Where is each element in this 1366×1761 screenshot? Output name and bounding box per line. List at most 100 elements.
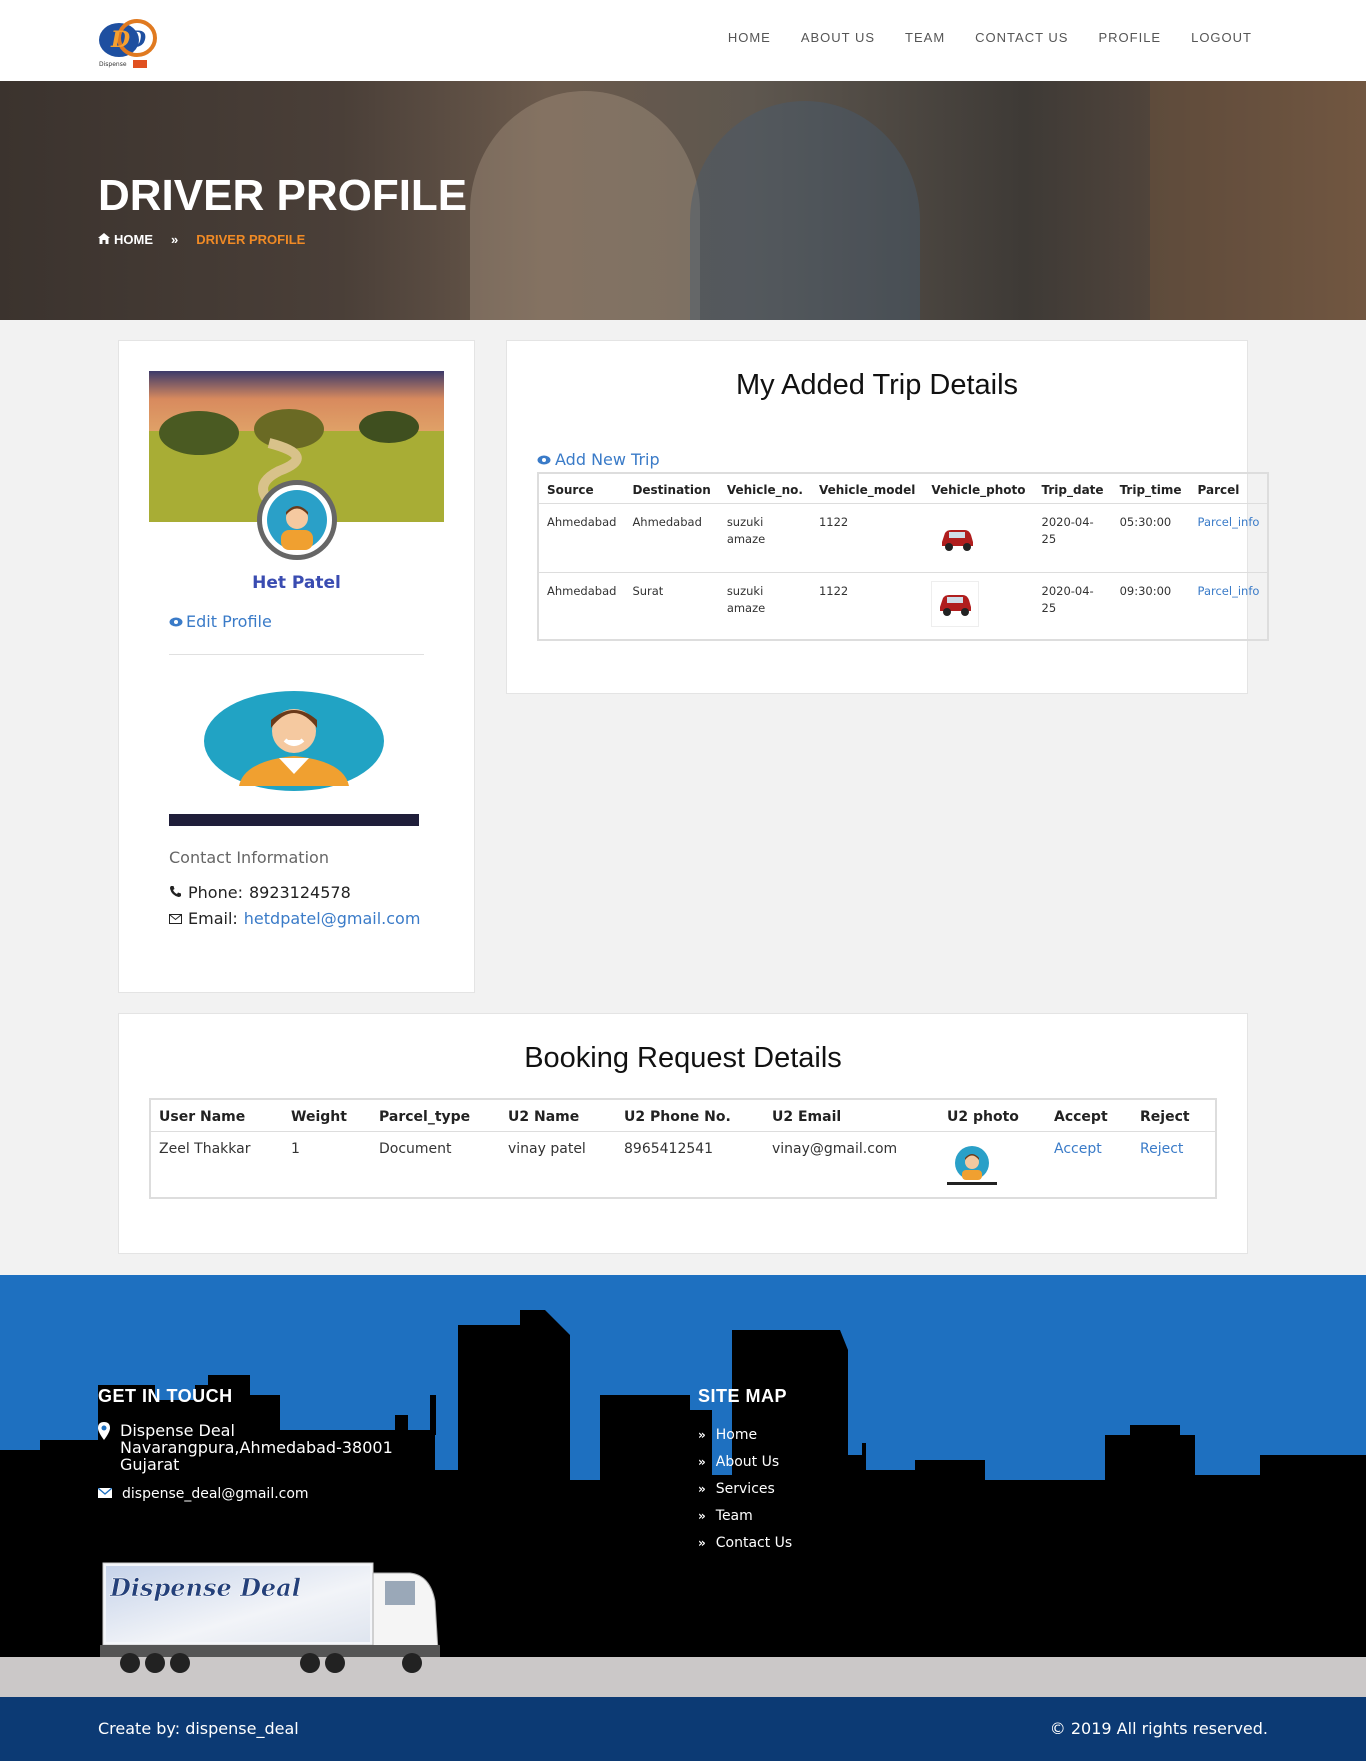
col-source: Source — [538, 473, 625, 504]
cell-vehicle-no: suzuki amaze — [718, 572, 811, 640]
site-map-heading: SITE MAP — [698, 1386, 788, 1406]
accept-button[interactable]: Accept — [1046, 1132, 1132, 1198]
col-u2-name: U2 Name — [500, 1099, 616, 1132]
cell-vehicle-photo — [923, 503, 1034, 573]
sitemap-label: Services — [715, 1480, 775, 1497]
add-new-trip-link[interactable]: Add New Trip — [537, 450, 660, 469]
col-accept: Accept — [1046, 1099, 1132, 1132]
table-header-row: User Name Weight Parcel_type U2 Name U2 … — [150, 1099, 1216, 1132]
logo[interactable]: D D Dispense — [97, 14, 161, 74]
breadcrumb-separator: » — [171, 232, 179, 247]
divider — [169, 654, 424, 655]
sitemap-item-services[interactable]: » Services — [698, 1475, 792, 1502]
mail-icon — [169, 909, 182, 928]
contact-info-title: Contact Information — [169, 848, 329, 867]
car-image — [933, 516, 982, 562]
cell-u2-email: vinay@gmail.com — [772, 1141, 898, 1157]
footer-address: Dispense Deal Navarangpura,Ahmedabad-380… — [98, 1422, 393, 1473]
site-map-links: » Home » About Us » Services » Team » Contact… — [698, 1421, 792, 1556]
footer-email-link[interactable]: dispense_deal@gmail.com — [122, 1486, 309, 1502]
sitemap-label: Home — [715, 1426, 758, 1443]
cell-u2-phone: 8965412541 — [624, 1141, 714, 1157]
sitemap-item-team[interactable]: » Team — [698, 1502, 792, 1529]
photo-caption-bar — [169, 814, 419, 826]
cell-trip-date: 2020-04-25 — [1033, 503, 1112, 573]
cell-parcel-type: Document — [379, 1141, 452, 1157]
col-u2-phone: U2 Phone No. — [616, 1099, 764, 1132]
breadcrumb-current: DRIVER PROFILE — [196, 232, 306, 247]
double-chevron-icon: » — [698, 1481, 706, 1496]
col-weight: Weight — [283, 1099, 371, 1132]
home-icon — [98, 232, 110, 247]
sitemap-item-about-us[interactable]: » About Us — [698, 1448, 792, 1475]
col-vehicle-model: Vehicle_model — [810, 473, 924, 504]
page-title: DRIVER PROFILE — [98, 171, 468, 220]
cell-vehicle-model: 1122 — [810, 572, 924, 640]
cell-vehicle-model: 1122 — [810, 503, 924, 573]
u2-avatar-bar — [947, 1182, 997, 1185]
cell-source: Ahmedabad — [538, 503, 625, 573]
table-row: Ahmedabad Ahmedabad suzuki amaze 1122 20… — [538, 503, 1269, 573]
hero-banner: DRIVER PROFILE HOME » DRIVER PROFILE — [0, 81, 1366, 320]
address-line-2: Navarangpura,Ahmedabad-38001 — [120, 1438, 393, 1457]
phone-value: 8923124578 — [248, 883, 351, 902]
sitemap-label: Contact Us — [715, 1534, 793, 1551]
address-line-1: Dispense Deal — [120, 1421, 235, 1440]
booking-request-panel: Booking Request Details User Name Weight… — [118, 1013, 1248, 1254]
edit-profile-link[interactable]: Edit Profile — [169, 612, 272, 631]
email-label: Email: — [188, 909, 238, 928]
col-parcel: Parcel — [1189, 473, 1269, 504]
cell-destination: Ahmedabad — [624, 503, 719, 573]
edit-profile-label: Edit Profile — [186, 612, 272, 631]
car-image — [931, 581, 980, 627]
map-marker-icon — [98, 1422, 110, 1473]
sitemap-label: Team — [715, 1507, 753, 1524]
eye-icon — [537, 450, 551, 469]
parcel-info-link[interactable]: Parcel_info — [1189, 572, 1269, 640]
add-new-trip-label: Add New Trip — [555, 450, 660, 469]
truck-image: Dispense Deal — [100, 1561, 445, 1686]
parcel-info-link[interactable]: Parcel_info — [1189, 503, 1269, 573]
col-user-name: User Name — [150, 1099, 283, 1132]
nav-home[interactable]: HOME — [728, 30, 771, 45]
double-chevron-icon: » — [698, 1535, 706, 1550]
nav-logout[interactable]: LOGOUT — [1191, 30, 1252, 45]
col-u2-photo: U2 photo — [939, 1099, 1046, 1132]
sitemap-item-contact-us[interactable]: » Contact Us — [698, 1529, 792, 1556]
cell-u2-name: vinay patel — [508, 1141, 586, 1157]
booking-table: User Name Weight Parcel_type U2 Name U2 … — [149, 1098, 1217, 1199]
profile-name: Het Patel — [252, 573, 341, 593]
created-by: Create by: dispense_deal — [98, 1719, 299, 1738]
double-chevron-icon: » — [698, 1508, 706, 1523]
trip-table: Source Destination Vehicle_no. Vehicle_m… — [537, 472, 1270, 641]
cell-source: Ahmedabad — [538, 572, 625, 640]
col-u2-email: U2 Email — [764, 1099, 939, 1132]
nav-team[interactable]: TEAM — [905, 30, 945, 45]
email-link[interactable]: hetdpatel@gmail.com — [244, 909, 421, 928]
hero-box — [1150, 81, 1366, 320]
address-line-3: Gujarat — [120, 1455, 180, 1474]
double-chevron-icon: » — [698, 1454, 706, 1469]
cell-vehicle-photo — [923, 572, 1034, 640]
profile-card: Het Patel Edit Profile Contact Informati… — [118, 340, 475, 993]
nav-profile[interactable]: PROFILE — [1098, 30, 1161, 45]
contact-email: Email: hetdpatel@gmail.com — [169, 909, 420, 928]
eye-icon — [169, 612, 183, 631]
u2-avatar — [947, 1141, 997, 1185]
cell-user-name: Zeel Thakkar — [159, 1141, 251, 1157]
copyright: © 2019 All rights reserved. — [1049, 1719, 1268, 1738]
cell-trip-time: 09:30:00 — [1111, 572, 1190, 640]
sitemap-item-home[interactable]: » Home — [698, 1421, 792, 1448]
cell-vehicle-no: suzuki amaze — [718, 503, 811, 573]
logo-text: Dispense — [99, 61, 127, 68]
breadcrumb-home[interactable]: HOME — [114, 232, 153, 247]
cell-destination: Surat — [624, 572, 719, 640]
table-row: Ahmedabad Surat suzuki amaze 1122 2020-0… — [538, 572, 1269, 640]
nav-about-us[interactable]: ABOUT US — [801, 30, 875, 45]
sitemap-label: About Us — [715, 1453, 780, 1470]
table-header-row: Source Destination Vehicle_no. Vehicle_m… — [538, 473, 1269, 504]
nav-contact-us[interactable]: CONTACT US — [975, 30, 1068, 45]
cell-trip-time: 05:30:00 — [1111, 503, 1190, 573]
get-in-touch-heading: GET IN TOUCH — [98, 1386, 233, 1406]
reject-button[interactable]: Reject — [1132, 1132, 1216, 1198]
